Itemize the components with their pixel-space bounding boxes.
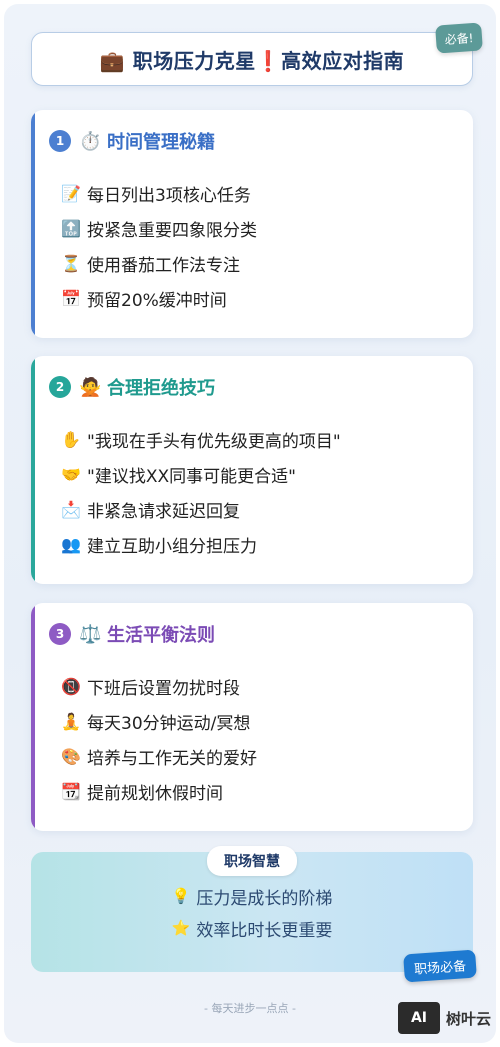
section-number-badge: 3 xyxy=(49,623,71,645)
accent-bar xyxy=(31,110,35,338)
section-list: 📝 每日列出3项核心任务 🔝 按紧急重要四象限分类 ⏳ 使用番茄工作法专注 📅 预留20… xyxy=(59,176,257,316)
watermark-logo: AI xyxy=(398,1002,440,1034)
people-icon: 👥 xyxy=(61,535,81,554)
summary-item-text: 压力是成长的阶梯 xyxy=(196,888,333,909)
list-item-text: 非紧急请求延迟回复 xyxy=(87,502,240,522)
workplace-essential-tag: 职场必备 xyxy=(403,949,477,983)
list-item: 📩 非紧急请求延迟回复 xyxy=(59,492,341,527)
section-card-life-balance: 3 ⚖️ 生活平衡法则 📵 下班后设置勿扰时段 🧘 每天30分钟运动/冥想 🎨 培养与… xyxy=(31,603,473,831)
section-title: 合理拒绝技巧 xyxy=(107,378,215,399)
section-title: 时间管理秘籍 xyxy=(107,132,215,153)
must-have-tag: 必备! xyxy=(435,22,483,54)
list-item-text: "我现在手头有优先级更高的项目" xyxy=(87,432,341,452)
list-item-text: 提前规划休假时间 xyxy=(87,784,223,804)
calendar-icon: 📅 xyxy=(61,289,81,308)
inbox-envelope-icon: 📩 xyxy=(61,500,81,519)
list-item-text: "建议找XX同事可能更合适" xyxy=(87,467,296,487)
title-banner: 💼 职场压力克星❗高效应对指南 xyxy=(31,32,473,86)
summary-item: ⭐ 效率比时长更重要 xyxy=(31,912,473,944)
raised-hand-icon: ✋ xyxy=(61,430,81,449)
section-card-refusal-skills: 2 🙅 合理拒绝技巧 ✋ "我现在手头有优先级更高的项目" 🤝 "建议找XX同事可能… xyxy=(31,356,473,584)
page-title: 💼 职场压力克星❗高效应对指南 xyxy=(99,48,405,73)
list-item-text: 每天30分钟运动/冥想 xyxy=(87,714,251,734)
summary-item-text: 效率比时长更重要 xyxy=(196,920,333,941)
list-item-text: 每日列出3项核心任务 xyxy=(87,186,251,206)
accent-bar xyxy=(31,356,35,584)
list-item: 🧘 每天30分钟运动/冥想 xyxy=(59,704,257,739)
section-list: ✋ "我现在手头有优先级更高的项目" 🤝 "建议找XX同事可能更合适" 📩 非紧急请求… xyxy=(59,422,341,562)
list-item: 🔝 按紧急重要四象限分类 xyxy=(59,211,257,246)
list-item: 👥 建立互助小组分担压力 xyxy=(59,527,341,562)
lightbulb-icon: 💡 xyxy=(171,887,191,905)
summary-title: 职场智慧 xyxy=(207,846,297,876)
calendar-icon: 📆 xyxy=(61,782,81,801)
person-gesturing-no-icon: 🙅 xyxy=(79,376,102,398)
list-item: 🎨 培养与工作无关的爱好 xyxy=(59,739,257,774)
accent-bar xyxy=(31,603,35,831)
meditation-icon: 🧘 xyxy=(61,712,81,731)
list-item: 📵 下班后设置勿扰时段 xyxy=(59,669,257,704)
list-item: 📝 每日列出3项核心任务 xyxy=(59,176,257,211)
list-item: ✋ "我现在手头有优先级更高的项目" xyxy=(59,422,341,457)
list-item: 🤝 "建议找XX同事可能更合适" xyxy=(59,457,341,492)
section-card-time-management: 1 ⏱️ 时间管理秘籍 📝 每日列出3项核心任务 🔝 按紧急重要四象限分类 ⏳ 使用番… xyxy=(31,110,473,338)
palette-icon: 🎨 xyxy=(61,747,81,766)
list-item: ⏳ 使用番茄工作法专注 xyxy=(59,246,257,281)
list-item-text: 建立互助小组分担压力 xyxy=(87,537,257,557)
list-item: 📆 提前规划休假时间 xyxy=(59,774,257,809)
list-item-text: 下班后设置勿扰时段 xyxy=(87,679,240,699)
stopwatch-icon: ⏱️ xyxy=(79,130,102,152)
section-number-badge: 2 xyxy=(49,376,71,398)
hourglass-icon: ⏳ xyxy=(61,254,81,273)
list-item-text: 使用番茄工作法专注 xyxy=(87,256,240,276)
summary-item: 💡 压力是成长的阶梯 xyxy=(31,880,473,912)
section-list: 📵 下班后设置勿扰时段 🧘 每天30分钟运动/冥想 🎨 培养与工作无关的爱好 📆 提前规… xyxy=(59,669,257,809)
section-number-badge: 1 xyxy=(49,130,71,152)
section-header: 1 ⏱️ 时间管理秘籍 xyxy=(49,128,215,154)
handshake-icon: 🤝 xyxy=(61,465,81,484)
list-item-text: 培养与工作无关的爱好 xyxy=(87,749,257,769)
no-phone-icon: 📵 xyxy=(61,677,81,696)
star-icon: ⭐ xyxy=(171,919,191,937)
top-arrow-icon: 🔝 xyxy=(61,219,81,238)
list-item-text: 预留20%缓冲时间 xyxy=(87,291,227,311)
summary-list: 💡 压力是成长的阶梯 ⭐ 效率比时长更重要 xyxy=(31,880,473,944)
list-item: 📅 预留20%缓冲时间 xyxy=(59,281,257,316)
section-header: 3 ⚖️ 生活平衡法则 xyxy=(49,621,215,647)
list-item-text: 按紧急重要四象限分类 xyxy=(87,221,257,241)
section-title: 生活平衡法则 xyxy=(107,625,215,646)
watermark: AI 树叶云 xyxy=(398,1002,491,1034)
watermark-text: 树叶云 xyxy=(446,1009,492,1028)
memo-icon: 📝 xyxy=(61,184,81,203)
balance-scale-icon: ⚖️ xyxy=(79,623,102,645)
section-header: 2 🙅 合理拒绝技巧 xyxy=(49,374,215,400)
